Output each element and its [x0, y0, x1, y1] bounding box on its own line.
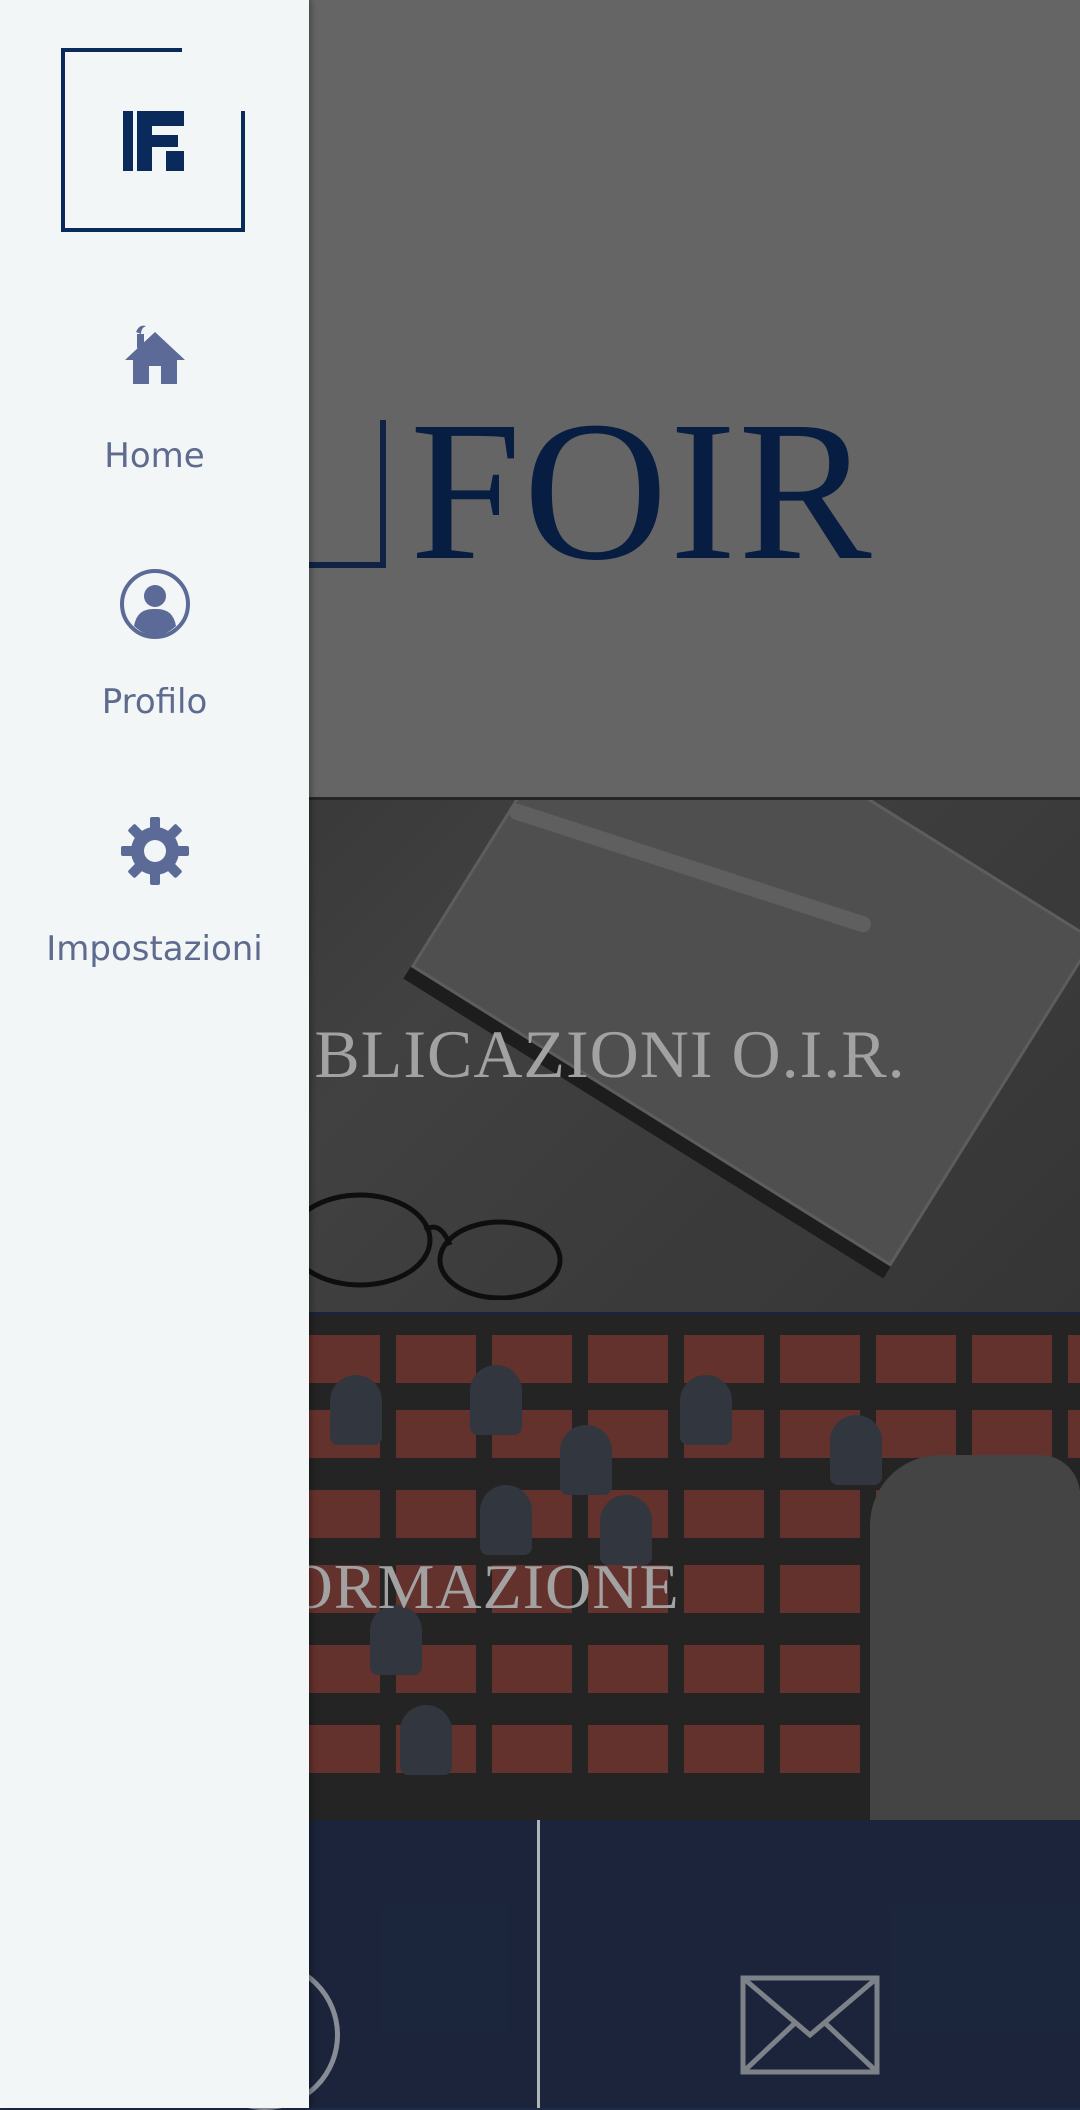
home-icon [124, 325, 185, 384]
nav-item-profile[interactable]: Profilo [0, 568, 309, 722]
nav-item-home[interactable]: Home [0, 322, 309, 476]
nav-label-profile: Profilo [101, 682, 208, 722]
app-logo-icon [61, 48, 245, 232]
nav-item-settings[interactable]: Impostazioni [0, 815, 309, 969]
nav-label-home: Home [104, 436, 205, 476]
gear-icon [120, 817, 189, 885]
navigation-drawer: Home Profilo Impostazioni [0, 0, 309, 2108]
user-circle-icon [119, 569, 190, 639]
nav-label-settings: Impostazioni [46, 929, 263, 969]
